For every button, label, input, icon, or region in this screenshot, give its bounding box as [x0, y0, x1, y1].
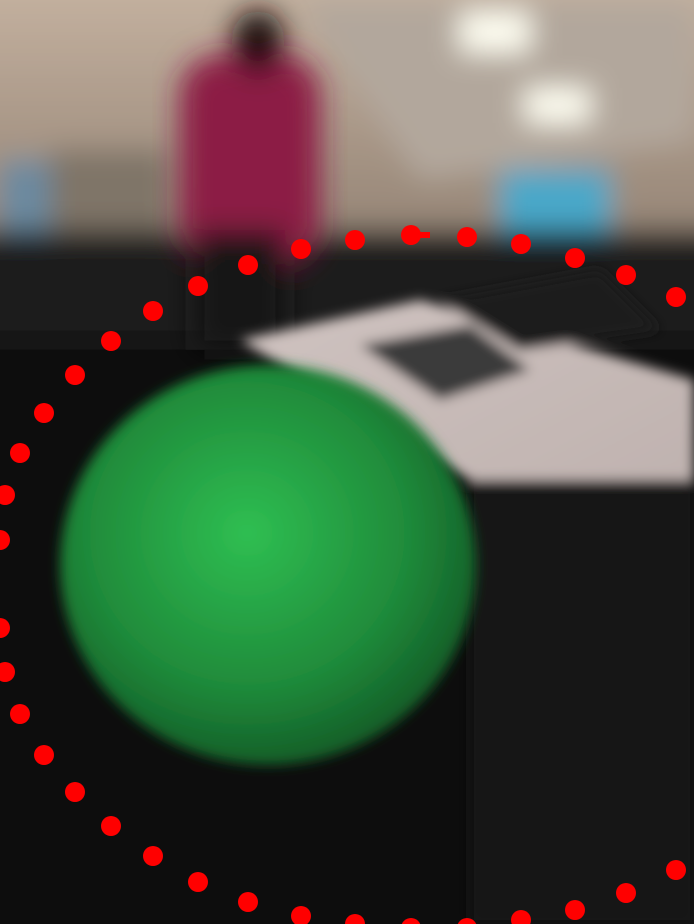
red-dot: [345, 230, 365, 250]
ceiling-light: [525, 88, 590, 123]
red-dot: [238, 255, 258, 275]
red-dot: [188, 872, 208, 892]
red-dot: [565, 900, 585, 920]
red-dot: [188, 276, 208, 296]
red-dot: [101, 331, 121, 351]
red-dot: [34, 403, 54, 423]
red-dot: [565, 248, 585, 268]
red-dash: [418, 232, 430, 238]
red-dot: [10, 704, 30, 724]
screen-glow: [500, 170, 610, 240]
red-dot: [65, 365, 85, 385]
photo-svg: [0, 0, 694, 924]
red-dot: [143, 301, 163, 321]
photo-canvas: [0, 0, 694, 924]
red-dot: [101, 816, 121, 836]
red-dot: [616, 883, 636, 903]
red-dot: [238, 892, 258, 912]
red-dot: [34, 745, 54, 765]
green-ball: [60, 365, 476, 765]
red-dot: [143, 846, 163, 866]
red-dot: [10, 443, 30, 463]
red-dot: [65, 782, 85, 802]
red-dot: [457, 227, 477, 247]
red-dot: [666, 860, 686, 880]
red-dot: [616, 265, 636, 285]
red-dot: [666, 287, 686, 307]
red-dot: [511, 234, 531, 254]
ceiling-light: [460, 12, 530, 52]
red-dot: [291, 239, 311, 259]
